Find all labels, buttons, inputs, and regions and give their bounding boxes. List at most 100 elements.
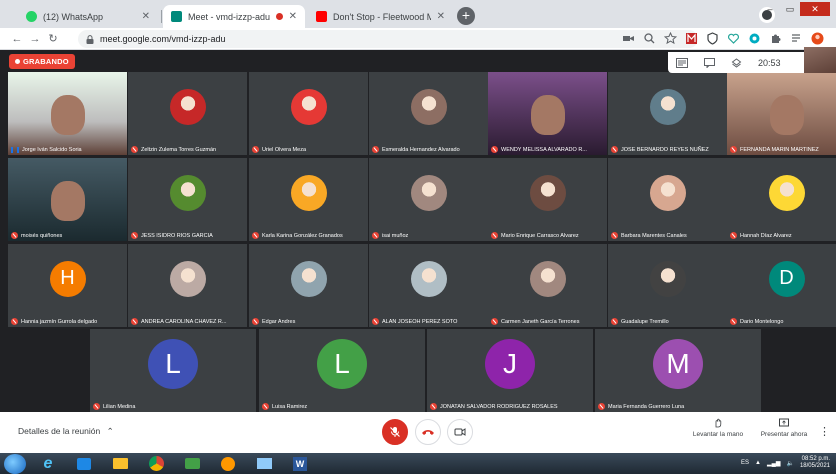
participant-name-text: WENDY MELISSA ALVARADO R...: [501, 146, 587, 153]
taskbar-clock[interactable]: 08:52 p.m. 18/05/2021: [800, 456, 830, 470]
participant-tile[interactable]: J JONATAN SALVADOR RODRIGUEZ ROSALES: [427, 329, 593, 412]
start-button[interactable]: [4, 453, 26, 474]
meeting-clock: 20:53: [758, 57, 781, 68]
extension-circle-icon[interactable]: [748, 32, 761, 45]
address-bar[interactable]: meet.google.com/vmd-izzp-adu: [78, 30, 698, 48]
participant-name-text: Guadalupe Tremillo: [621, 318, 669, 325]
participant-tile[interactable]: ALAN JOSEOH PEREZ SOTO: [369, 244, 488, 327]
raise-hand-button[interactable]: Levantar la mano: [692, 418, 744, 438]
menu-dots-icon[interactable]: ⋮: [832, 32, 836, 45]
whatsapp-icon: [26, 11, 37, 22]
volume-icon[interactable]: 🔈: [786, 460, 793, 467]
participant-name-text: JESS ISIDRO RIOS GARCIA: [141, 232, 213, 239]
participant-tile[interactable]: Jorge Iván Salcido Soria: [8, 72, 127, 155]
mic-muted-icon: [131, 318, 138, 325]
file-explorer-icon[interactable]: [106, 454, 134, 473]
close-icon[interactable]: ✕: [289, 11, 297, 22]
camera-in-use-icon[interactable]: [622, 32, 635, 45]
participant-name-text: Maria Fernanda Guerrero Luna: [608, 403, 685, 410]
window-app-icon[interactable]: [250, 454, 278, 473]
internet-explorer-icon[interactable]: e: [34, 454, 62, 473]
forward-icon[interactable]: →: [26, 33, 44, 45]
participant-name: JOSE BERNARDO REYES NUÑEZ: [611, 146, 724, 153]
participant-tile[interactable]: D Dario Montelongo: [727, 244, 836, 327]
participant-tile[interactable]: JOSE BERNARDO REYES NUÑEZ: [608, 72, 727, 155]
participant-tile[interactable]: H Hannia jazmín Gurrola delgado: [8, 244, 127, 327]
participant-tile[interactable]: M Maria Fernanda Guerrero Luna: [595, 329, 761, 412]
more-options-icon[interactable]: ⋮: [819, 425, 830, 438]
network-app-icon[interactable]: [178, 454, 206, 473]
participant-tile[interactable]: JESS ISIDRO RIOS GARCIA: [128, 158, 247, 241]
close-icon[interactable]: ✕: [142, 11, 150, 22]
word-icon[interactable]: W: [286, 454, 314, 473]
meet-top-controls: 20:53: [668, 52, 804, 73]
language-indicator[interactable]: ES: [741, 460, 749, 466]
participant-tile[interactable]: Karla Karina González Granados: [249, 158, 368, 241]
mic-muted-icon: [131, 232, 138, 239]
tab-youtube[interactable]: Don't Stop - Fleetwood Mac (Str... ✕: [308, 5, 453, 28]
leave-call-button[interactable]: [415, 419, 441, 445]
activities-icon[interactable]: [731, 57, 742, 68]
participant-name-text: Jorge Iván Salcido Soria: [22, 147, 82, 153]
participant-tile[interactable]: isai muñoz: [369, 158, 488, 241]
camera-feed: [50, 95, 85, 136]
participant-name-text: JOSE BERNARDO REYES NUÑEZ: [621, 146, 709, 153]
maximize-icon[interactable]: ▭: [780, 2, 800, 16]
participant-tile[interactable]: Uriel Olvera Meza: [249, 72, 368, 155]
participant-tile[interactable]: L Lilian Medina: [90, 329, 256, 412]
bookmark-star-icon[interactable]: [664, 32, 677, 45]
participant-photo: [410, 88, 447, 125]
media-player-icon[interactable]: [70, 454, 98, 473]
meeting-details-toggle[interactable]: Detalles de la reunión ⌃: [18, 426, 114, 437]
camera-button[interactable]: [447, 419, 473, 445]
participant-name-text: FERNANDA MARIN MARTINEZ: [740, 146, 819, 153]
extension-heart-icon[interactable]: [727, 32, 740, 45]
participant-photo: [649, 174, 686, 211]
participant-tile[interactable]: L Luisa Ramirez: [259, 329, 425, 412]
participant-tile[interactable]: Carmen Janeth García Terrones: [488, 244, 607, 327]
participant-tile[interactable]: WENDY MELISSA ALVARADO R...: [488, 72, 607, 155]
orange-app-icon[interactable]: [214, 454, 242, 473]
mic-muted-icon: [131, 146, 138, 153]
participant-tile[interactable]: Esmeralda Hernandez Alvarado: [369, 72, 488, 155]
meeting-details-icon[interactable]: [676, 57, 688, 68]
participant-name: JONATAN SALVADOR RODRIGUEZ ROSALES: [430, 403, 590, 410]
participant-tile[interactable]: Mario Enrique Carrasco Alvarez: [488, 158, 607, 241]
present-now-button[interactable]: Presentar ahora: [758, 418, 810, 438]
participant-name-text: Luisa Ramirez: [272, 403, 308, 410]
back-icon[interactable]: ←: [8, 33, 26, 45]
participant-tile[interactable]: FERNANDA MARIN MARTINEZ: [727, 72, 836, 155]
participant-initial-avatar: J: [485, 338, 535, 389]
zoom-icon[interactable]: [643, 32, 656, 45]
network-icon[interactable]: ▂▄▆: [767, 460, 780, 467]
microphone-button[interactable]: [382, 419, 408, 445]
extensions-puzzle-icon[interactable]: [769, 32, 782, 45]
tray-arrow-icon[interactable]: ▲: [755, 460, 761, 466]
participant-tile[interactable]: Guadalupe Tremillo: [608, 244, 727, 327]
chrome-icon[interactable]: [142, 454, 170, 473]
tab-meet[interactable]: Meet - vmd-izzp-adu ✕: [163, 5, 305, 28]
participant-name: Edgar Andres: [252, 318, 365, 325]
participant-photo: [649, 260, 686, 297]
tab-whatsapp[interactable]: (12) WhatsApp ✕: [18, 5, 158, 28]
participant-tile[interactable]: Edgar Andres: [249, 244, 368, 327]
participant-tile[interactable]: moisés quiñones: [8, 158, 127, 241]
clock-time: 08:52 p.m.: [801, 456, 830, 462]
participant-tile[interactable]: Zeltzin Zulema Torres Guzmán: [128, 72, 247, 155]
minimize-icon[interactable]: –: [760, 2, 780, 16]
recording-indicator-icon: [275, 13, 283, 20]
reload-icon[interactable]: ↻: [44, 32, 62, 45]
participant-tile[interactable]: Hannah Díaz Alvarez: [727, 158, 836, 241]
close-icon[interactable]: ✕: [437, 11, 445, 22]
participant-tile[interactable]: ANDREA CAROLINA CHAVEZ R...: [128, 244, 247, 327]
participant-name-text: Carmen Janeth García Terrones: [501, 318, 580, 325]
queue-icon[interactable]: [790, 32, 803, 45]
shield-icon[interactable]: [706, 32, 719, 45]
participant-tile[interactable]: Barbara Marentes Canales: [608, 158, 727, 241]
new-tab-button[interactable]: +: [457, 7, 475, 25]
window-close-icon[interactable]: ✕: [800, 2, 830, 16]
user-avatar-icon[interactable]: [811, 32, 824, 45]
self-view-thumbnail[interactable]: [804, 47, 836, 73]
extension-m-icon[interactable]: [685, 32, 698, 45]
chat-icon[interactable]: [704, 57, 715, 68]
